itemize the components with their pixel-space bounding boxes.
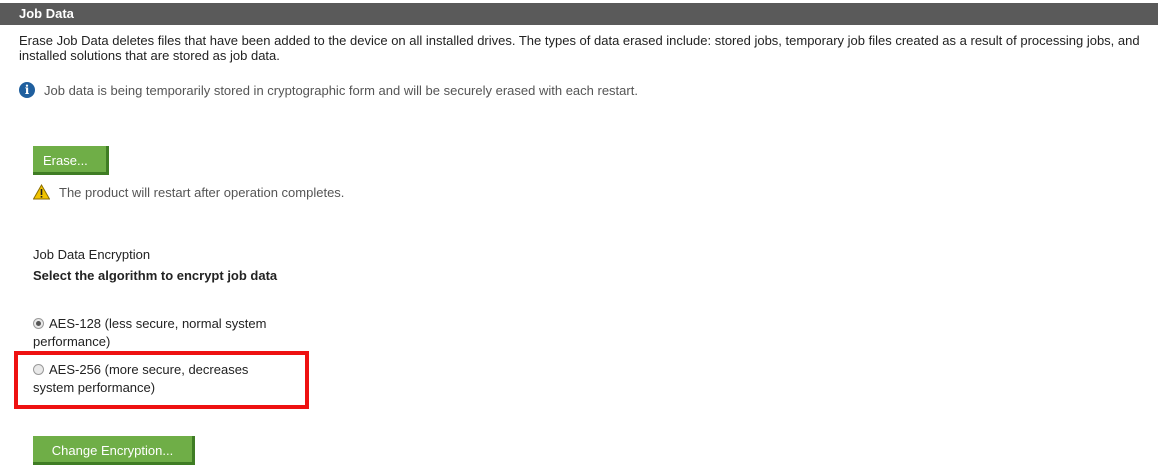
change-encryption-button[interactable]: Change Encryption... <box>33 436 195 465</box>
aes-128-radio[interactable] <box>33 318 44 329</box>
encryption-section-title: Job Data Encryption <box>33 247 151 262</box>
info-text: Job data is being temporarily stored in … <box>44 82 638 98</box>
section-header: Job Data <box>0 3 1158 25</box>
encryption-select-label: Select the algorithm to encrypt job data <box>33 268 278 283</box>
warning-message: The product will restart after operation… <box>33 184 344 200</box>
aes-128-label: AES-128 (less secure, normal system perf… <box>33 316 267 349</box>
erase-description: Erase Job Data deletes files that have b… <box>19 33 1140 63</box>
aes-128-option[interactable]: AES-128 (less secure, normal system perf… <box>33 315 293 351</box>
section-title: Job Data <box>19 6 74 21</box>
warning-icon <box>33 184 50 200</box>
warning-text: The product will restart after operation… <box>59 184 345 200</box>
erase-button[interactable]: Erase... <box>33 146 109 175</box>
info-icon: i <box>19 82 35 98</box>
highlight-box <box>14 351 309 409</box>
info-message: i Job data is being temporarily stored i… <box>19 80 638 100</box>
